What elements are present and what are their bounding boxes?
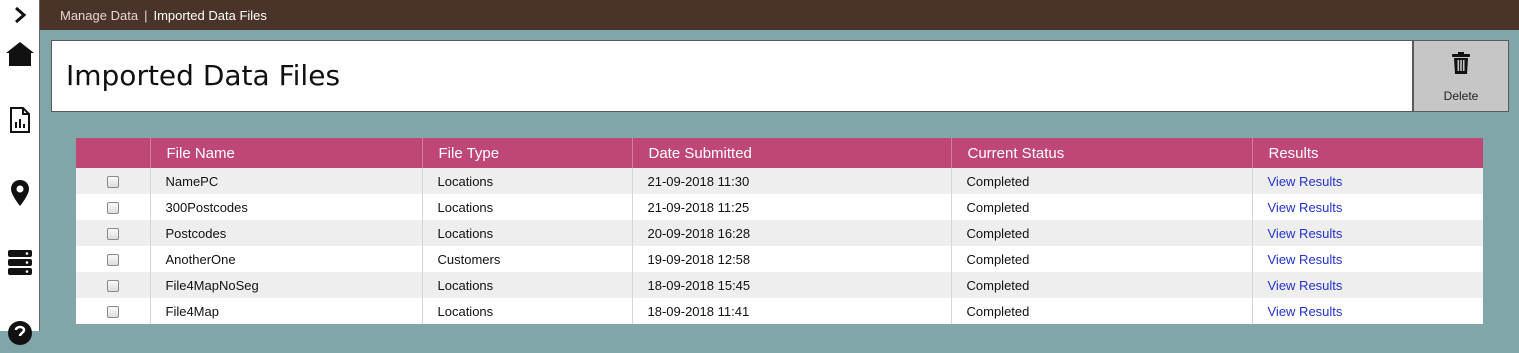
- cell-file-name: NamePC: [150, 168, 423, 194]
- cell-file-type: Locations: [422, 194, 633, 220]
- view-results-link[interactable]: View Results: [1268, 304, 1343, 319]
- chevron-right-icon: [14, 6, 26, 24]
- cell-status: Completed: [951, 220, 1253, 246]
- page-title: Imported Data Files: [66, 59, 341, 92]
- cell-status: Completed: [951, 246, 1253, 272]
- row-checkbox[interactable]: [106, 280, 119, 293]
- table-row: NamePC Locations 21-09-2018 11:30 Comple…: [76, 168, 1483, 194]
- table-header-row: File Name File Type Date Submitted Curre…: [76, 138, 1483, 168]
- cell-file-name: File4Map: [150, 298, 423, 324]
- cell-file-type: Locations: [422, 168, 633, 194]
- breadcrumb-separator: |: [144, 7, 148, 23]
- header-current-status[interactable]: Current Status: [951, 138, 1253, 168]
- cell-file-name: 300Postcodes: [150, 194, 423, 220]
- cell-date-submitted: 19-09-2018 12:58: [632, 246, 952, 272]
- delete-button-label: Delete: [1443, 89, 1479, 103]
- cell-status: Completed: [951, 194, 1253, 220]
- report-icon: [9, 107, 30, 133]
- sidebar-item-help[interactable]: [0, 313, 39, 353]
- row-checkbox[interactable]: [106, 228, 119, 241]
- view-results-link[interactable]: View Results: [1268, 226, 1343, 241]
- header-file-type[interactable]: File Type: [422, 138, 633, 168]
- sidebar: [0, 0, 40, 345]
- row-checkbox[interactable]: [106, 176, 119, 189]
- imported-files-table: File Name File Type Date Submitted Curre…: [76, 138, 1483, 331]
- sidebar-toggle-button[interactable]: [0, 0, 39, 30]
- home-icon: [5, 42, 34, 66]
- row-checkbox[interactable]: [106, 254, 119, 267]
- header-date-submitted[interactable]: Date Submitted: [632, 138, 952, 168]
- header-file-name[interactable]: File Name: [150, 138, 423, 168]
- cell-file-type: Locations: [422, 220, 633, 246]
- breadcrumb: Manage Data | Imported Data Files: [40, 0, 1519, 30]
- header-select: [76, 138, 151, 168]
- cell-file-type: Customers: [422, 246, 633, 272]
- header-results[interactable]: Results: [1252, 138, 1483, 168]
- view-results-link[interactable]: View Results: [1268, 174, 1343, 189]
- title-panel: Imported Data Files: [51, 40, 1413, 112]
- cell-file-type: Locations: [422, 272, 633, 298]
- cell-date-submitted: 20-09-2018 16:28: [632, 220, 952, 246]
- cell-status: Completed: [951, 272, 1253, 298]
- cell-file-name: AnotherOne: [150, 246, 423, 272]
- delete-button[interactable]: Delete: [1413, 40, 1509, 112]
- cell-date-submitted: 18-09-2018 15:45: [632, 272, 952, 298]
- table-row: AnotherOne Customers 19-09-2018 12:58 Co…: [76, 246, 1483, 272]
- view-results-link[interactable]: View Results: [1268, 200, 1343, 215]
- cell-date-submitted: 21-09-2018 11:25: [632, 194, 952, 220]
- row-checkbox[interactable]: [106, 202, 119, 215]
- table-row: Postcodes Locations 20-09-2018 16:28 Com…: [76, 220, 1483, 246]
- cell-file-name: Postcodes: [150, 220, 423, 246]
- view-results-link[interactable]: View Results: [1268, 252, 1343, 267]
- cell-status: Completed: [951, 298, 1253, 324]
- cell-status: Completed: [951, 168, 1253, 194]
- table-row: File4Map Locations 18-09-2018 11:41 Comp…: [76, 298, 1483, 324]
- cell-file-type: Locations: [422, 298, 633, 324]
- view-results-link[interactable]: View Results: [1268, 278, 1343, 293]
- cell-file-name: File4MapNoSeg: [150, 272, 423, 298]
- sidebar-item-locations[interactable]: [0, 173, 39, 213]
- breadcrumb-manage-data-link[interactable]: Manage Data: [60, 8, 138, 23]
- table-row: File4MapNoSeg Locations 18-09-2018 15:45…: [76, 272, 1483, 298]
- help-icon: [7, 321, 32, 345]
- database-icon: [7, 250, 32, 275]
- table-row: 300Postcodes Locations 21-09-2018 11:25 …: [76, 194, 1483, 220]
- map-pin-icon: [10, 180, 29, 206]
- row-checkbox[interactable]: [106, 306, 119, 319]
- breadcrumb-current: Imported Data Files: [153, 7, 267, 23]
- cell-date-submitted: 18-09-2018 11:41: [632, 298, 952, 324]
- sidebar-item-reports[interactable]: [0, 100, 39, 140]
- cell-date-submitted: 21-09-2018 11:30: [632, 168, 952, 194]
- sidebar-item-home[interactable]: [0, 34, 39, 74]
- sidebar-item-data[interactable]: [0, 242, 39, 282]
- trash-icon: [1452, 52, 1470, 74]
